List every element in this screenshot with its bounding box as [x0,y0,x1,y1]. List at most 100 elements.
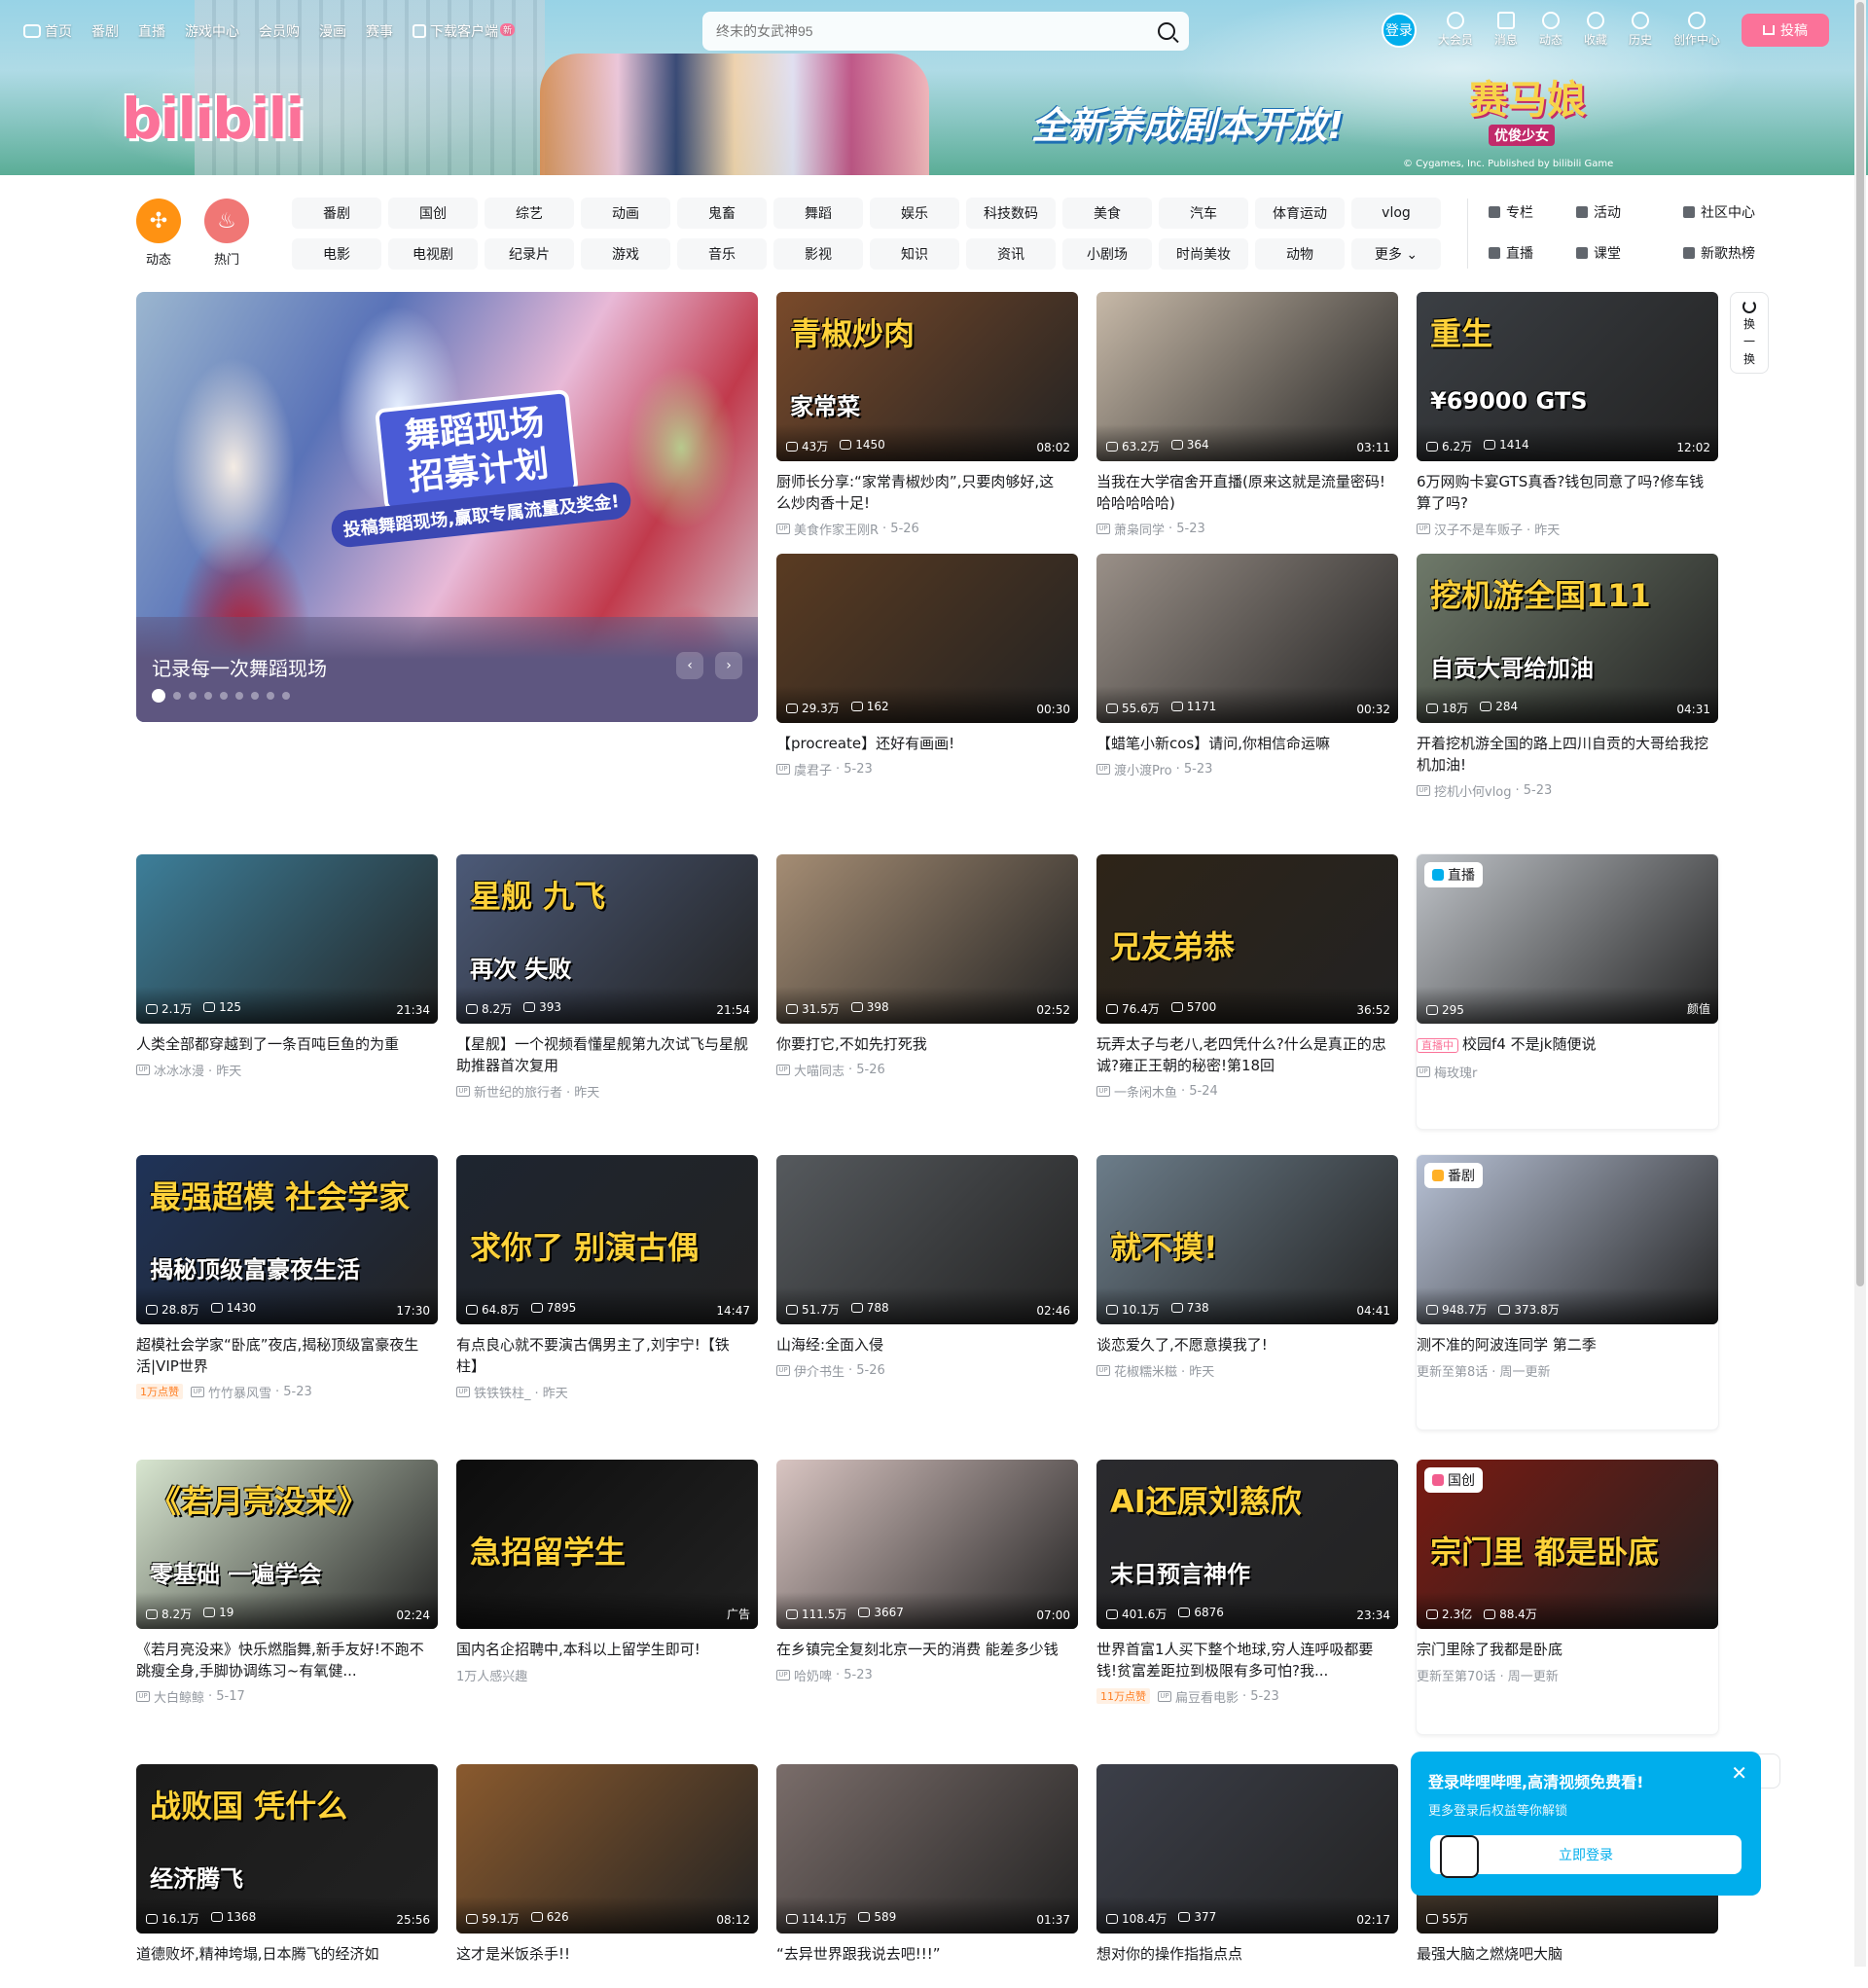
refresh-button[interactable]: 换 一 换 [1730,292,1769,374]
video-title[interactable]: 宗门里除了我都是卧底 [1417,1639,1708,1660]
link-activity[interactable]: 活动 [1576,202,1683,222]
author-name[interactable]: 梅玫瑰r [1434,1063,1477,1081]
video-thumbnail[interactable]: 31.5万 398 02:52 [776,854,1078,1024]
video-card[interactable]: 直播 295 颜值 直播中 校园f4 不是jk随便说 UP 梅玫瑰r [1417,854,1718,1081]
link-column[interactable]: 专栏 [1489,202,1576,222]
channel-chip[interactable]: 综艺 [485,198,574,229]
video-card[interactable]: 青椒炒肉 家常菜 43万 1450 08:02 厨师长分享:“家常青椒炒肉”,只要肉够好,… [776,292,1078,538]
search-icon[interactable] [1158,22,1175,40]
channel-chip[interactable]: 影视 [773,238,863,270]
video-thumbnail[interactable]: 《若月亮没来》 零基础 一遍学会 8.2万 19 02:24 [136,1460,438,1629]
video-card[interactable]: 求你了 别演古偶 64.8万 7895 14:47 有点良心就不要演古偶男主了,刘宇宁!… [456,1155,758,1401]
video-title[interactable]: 这才是米饭杀手!! [456,1943,748,1965]
video-card[interactable]: 兄友弟恭 76.4万 5700 36:52 玩弄太子与老八,老四凭什么?什么是真正的忠诚… [1096,854,1398,1101]
video-card[interactable]: 最强超模 社会学家 揭秘顶级富豪夜生活 28.8万 1430 17:30 超模社会学家“卧… [136,1155,438,1401]
author-name[interactable]: 更新至第8话 [1417,1361,1488,1380]
video-thumbnail[interactable]: 29.3万 162 00:30 [776,554,1078,723]
author-name[interactable]: 1万人感兴趣 [456,1666,527,1684]
link-course[interactable]: 课堂 [1576,243,1683,263]
video-card[interactable]: AI还原刘慈欣 末日预言神作 401.6万 6876 23:34 世界首富1人买下整个地球… [1096,1460,1398,1706]
author-name[interactable]: 渡小渡Pro [1114,760,1172,778]
author-name[interactable]: 汉子不是车贩子 [1434,520,1523,538]
author-name[interactable]: 一条闲木鱼 [1114,1082,1177,1101]
channel-chip[interactable]: 体育运动 [1255,198,1345,229]
search-input[interactable] [716,23,1158,39]
video-thumbnail[interactable]: 番剧 948.7万 373.8万 [1417,1155,1718,1324]
video-card[interactable]: 114.1万 589 01:37 “去异世界跟我说去吧!!!” [776,1764,1078,1988]
channel-chip[interactable]: 番剧 [292,198,381,229]
channel-chip[interactable]: 娱乐 [870,198,959,229]
video-title[interactable]: 山海经:全面入侵 [776,1334,1068,1355]
video-title[interactable]: 开着挖机游全国的路上四川自贡的大哥给我挖机加油! [1417,733,1708,776]
channel-chip[interactable]: 资讯 [966,238,1056,270]
nav-mall[interactable]: 会员购 [259,21,300,41]
video-thumbnail[interactable]: 108.4万 377 02:17 [1096,1764,1398,1934]
video-card[interactable]: 108.4万 377 02:17 想对你的操作指指点点 [1096,1764,1398,1988]
video-thumbnail[interactable]: 急招留学生 广告 [456,1460,758,1629]
channel-dynamic[interactable]: ✣ 动态 [136,199,181,268]
nav-favorite[interactable]: 收藏 [1584,12,1607,48]
channel-chip[interactable]: 更多 ⌄ [1351,238,1441,270]
channel-chip[interactable]: 舞蹈 [773,198,863,229]
video-title[interactable]: 【星舰】一个视频看懂星舰第九次试飞与星舰助推器首次复用 [456,1033,748,1076]
video-card[interactable]: 29.3万 162 00:30 【procreate】还好有画画! UP 虞君子 · 5-2… [776,554,1078,778]
video-thumbnail[interactable]: 就不摸! 10.1万 738 04:41 [1096,1155,1398,1324]
video-title[interactable]: “去异世界跟我说去吧!!!” [776,1943,1068,1965]
video-title[interactable]: 你要打它,不如先打死我 [776,1033,1068,1055]
nav-manga[interactable]: 漫画 [319,21,346,41]
video-title[interactable]: 在乡镇完全复刻北京一天的消费 能差多少钱 [776,1639,1068,1660]
carousel-prev-button[interactable]: ‹ [676,652,703,679]
channel-chip[interactable]: 动画 [581,198,670,229]
author-name[interactable]: 伊介书生 [794,1361,844,1380]
nav-dynamic[interactable]: 动态 [1539,12,1563,48]
nav-match[interactable]: 赛事 [366,21,393,41]
nav-history[interactable]: 历史 [1629,12,1652,48]
video-title[interactable]: 人类全部都穿越到了一条百吨巨鱼的为重 [136,1033,428,1055]
video-card[interactable]: 战败国 凭什么 经济腾飞 16.1万 1368 25:56 道德败坏,精神垮塌,日本腾飞的… [136,1764,438,1988]
video-card[interactable]: 59.1万 626 08:12 这才是米饭杀手!! [456,1764,758,1988]
video-title[interactable]: 想对你的操作指指点点 [1096,1943,1388,1965]
link-music-chart[interactable]: 新歌热榜 [1683,243,1790,263]
video-title[interactable]: 测不准的阿波连同学 第二季 [1417,1334,1708,1355]
channel-chip[interactable]: 音乐 [677,238,767,270]
video-thumbnail[interactable]: 青椒炒肉 家常菜 43万 1450 08:02 [776,292,1078,461]
close-icon[interactable]: ✕ [1731,1763,1747,1783]
video-card[interactable]: 51.7万 788 02:46 山海经:全面入侵 UP 伊介书生 · 5-26 [776,1155,1078,1380]
video-title[interactable]: 世界首富1人买下整个地球,穷人连呼吸都要钱!贫富差距拉到极限有多可怕?我... [1096,1639,1388,1681]
carousel-dot[interactable] [173,692,181,700]
author-name[interactable]: 哈奶啤 [794,1666,832,1684]
nav-creator[interactable]: 创作中心 [1673,12,1720,48]
author-name[interactable]: 新世纪的旅行者 [474,1082,562,1101]
video-title[interactable]: 【procreate】还好有画画! [776,733,1068,754]
channel-chip[interactable]: 电影 [292,238,381,270]
nav-bangumi[interactable]: 番剧 [91,21,119,41]
author-name[interactable]: 花椒糯米糍 [1114,1361,1177,1380]
author-name[interactable]: 铁铁铁柱_ [474,1383,531,1401]
video-title[interactable]: 厨师长分享:“家常青椒炒肉”,只要肉够好,这么炒肉香十足! [776,471,1068,514]
nav-download[interactable]: 下载客户端新 [413,21,516,41]
video-thumbnail[interactable]: 星舰 九飞 再次 失败 8.2万 393 21:54 [456,854,758,1024]
channel-chip[interactable]: 时尚美妆 [1159,238,1248,270]
author-name[interactable]: 更新至第70话 [1417,1666,1496,1684]
author-name[interactable]: 大白鲸鲸 [154,1687,204,1706]
channel-chip[interactable]: 游戏 [581,238,670,270]
video-thumbnail[interactable]: 直播 295 颜值 [1417,854,1718,1024]
video-title[interactable]: 【蜡笔小新cos】请问,你相信命运嘛 [1096,733,1388,754]
carousel-next-button[interactable]: › [715,652,742,679]
author-name[interactable]: 虞君子 [794,760,832,778]
video-card[interactable]: 31.5万 398 02:52 你要打它,不如先打死我 UP 大喵同志 · 5-26 [776,854,1078,1079]
channel-chip[interactable]: 科技数码 [966,198,1056,229]
carousel-title[interactable]: 记录每一次舞蹈现场 [152,653,327,681]
video-thumbnail[interactable]: AI还原刘慈欣 末日预言神作 401.6万 6876 23:34 [1096,1460,1398,1629]
author-name[interactable]: 扁豆看电影 [1175,1687,1239,1706]
author-name[interactable]: 美食作家王刚R [794,520,879,538]
video-card[interactable]: 急招留学生 广告 国内名企招聘中,本科以上留学生即可! 1万人感兴趣 [456,1460,758,1684]
channel-chip[interactable]: 鬼畜 [677,198,767,229]
video-thumbnail[interactable]: 战败国 凭什么 经济腾飞 16.1万 1368 25:56 [136,1764,438,1934]
video-thumbnail[interactable]: 114.1万 589 01:37 [776,1764,1078,1934]
channel-chip[interactable]: 汽车 [1159,198,1248,229]
video-title[interactable]: 6万网购卡宴GTS真香?钱包同意了吗?修车钱算了吗? [1417,471,1708,514]
video-card[interactable]: 55.6万 1171 00:32 【蜡笔小新cos】请问,你相信命运嘛 UP 渡小渡Pro… [1096,554,1398,778]
carousel-dot[interactable] [220,692,228,700]
author-name[interactable]: 竹竹暴风雪 [208,1383,271,1401]
